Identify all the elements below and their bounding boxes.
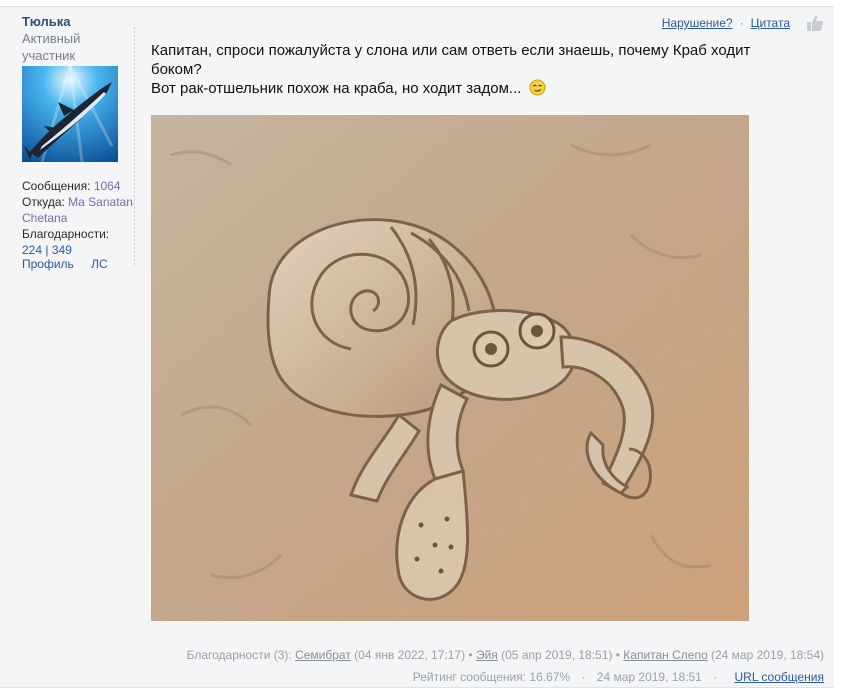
post-thanks: Благодарности (3): Семибрат (04 янв 2022… — [187, 648, 824, 662]
author-sidebar: Тюлька Активный участник Сообщения: 1064… — [0, 7, 134, 687]
post-rating: Рейтинг сообщения: 16.67% — [412, 670, 571, 684]
posts-label: Сообщения: — [22, 179, 91, 193]
message-line-2: Вот рак-отшельник похож на краба, но ход… — [151, 80, 522, 97]
thanks-user-link[interactable]: Эйя — [476, 648, 498, 662]
from-label: Откуда: — [22, 195, 65, 209]
thanks-user-link[interactable]: Капитан Слепо — [623, 648, 707, 662]
thanks-bullet: • — [615, 648, 620, 662]
avatar[interactable] — [22, 66, 118, 162]
forum-post: Тюлька Активный участник Сообщения: 1064… — [0, 6, 834, 688]
actions-separator: · — [739, 16, 744, 30]
thanks-separator: | — [45, 243, 49, 257]
thumbs-up-icon[interactable] — [806, 14, 824, 32]
thanks-bullet: • — [468, 648, 473, 662]
post-message: Капитан, спроси пожалуйста у слона или с… — [151, 41, 791, 98]
post-date: 24 мар 2019, 18:51 — [596, 670, 702, 684]
thanks-received-link[interactable]: 349 — [52, 243, 72, 257]
thanks-user-link[interactable]: Семибрат — [295, 648, 351, 662]
thanks-given-link[interactable]: 224 — [22, 243, 42, 257]
thanks-count-label: Благодарности (3): — [186, 648, 292, 662]
hermit-crab-sand-sculpture-image[interactable] — [151, 115, 749, 621]
author-name[interactable]: Тюлька — [22, 14, 71, 29]
smug-emoji-icon — [529, 79, 546, 96]
thanks-label: Благодарности: — [22, 227, 110, 241]
posts-count: 1064 — [93, 179, 121, 193]
pm-link[interactable]: ЛС — [91, 257, 108, 271]
post-url-link[interactable]: URL сообщения — [735, 670, 825, 684]
rating-separator: · — [581, 670, 586, 684]
thanks-date: (04 янв 2022, 17:17) — [354, 648, 466, 662]
rating-separator: · — [713, 670, 718, 684]
quote-link[interactable]: Цитата — [751, 16, 790, 30]
post-actions: Нарушение? · Цитата — [662, 14, 824, 32]
profile-links: Профиль ЛС — [22, 257, 122, 271]
author-rank: Активный участник — [22, 31, 81, 63]
thanks-date: (05 апр 2019, 18:51) — [501, 648, 613, 662]
message-line-1: Капитан, спроси пожалуйста у слона или с… — [151, 42, 751, 78]
profile-link[interactable]: Профиль — [22, 257, 74, 271]
thanks-date: (24 мар 2019, 18:54) — [711, 648, 824, 662]
author-stats: Сообщения: 1064 Откуда: Ma Sanatan Cheta… — [22, 178, 134, 258]
post-rating-row: Рейтинг сообщения: 16.67% · 24 мар 2019,… — [413, 670, 824, 684]
report-link[interactable]: Нарушение? — [662, 16, 733, 30]
sidebar-divider — [134, 27, 135, 267]
